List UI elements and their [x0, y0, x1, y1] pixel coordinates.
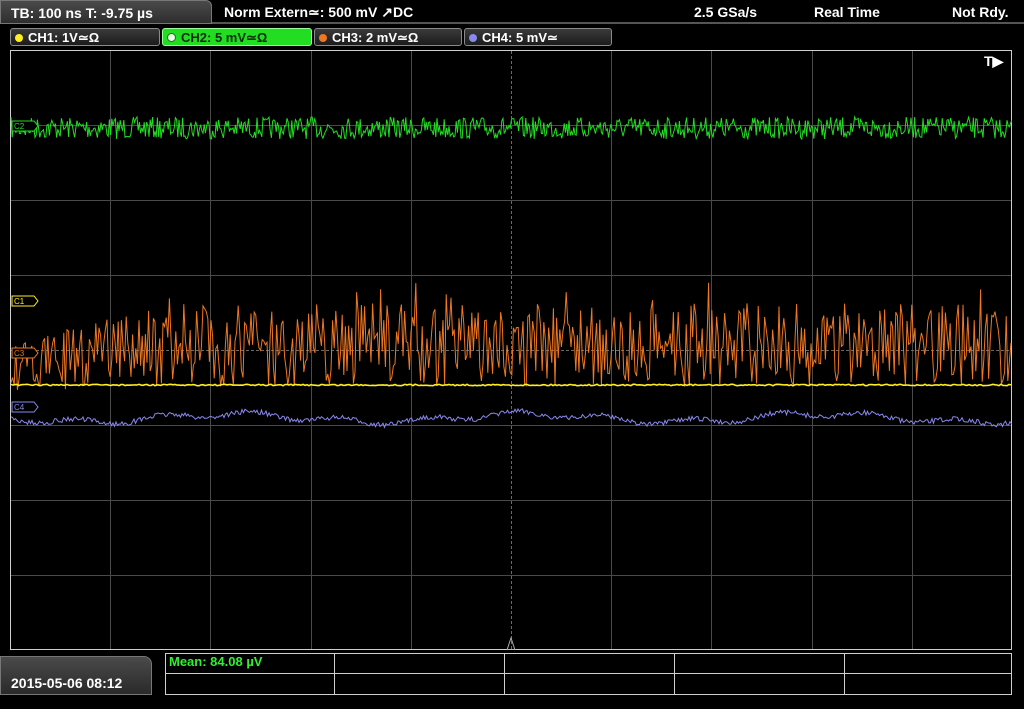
waveform-display[interactable]: C2 C1 C3 C4 T▶ [10, 50, 1012, 650]
channel-1-marker-label: C1 [14, 297, 25, 306]
channel-2-label: CH2: 5 mV≃Ω [181, 30, 268, 45]
channel-3-marker-label: C3 [14, 349, 25, 358]
timebase-readout[interactable]: TB: 100 ns T: -9.75 µs [0, 0, 212, 24]
tab-channel-2[interactable]: CH2: 5 mV≃Ω [162, 28, 312, 46]
channel-2-offset-marker[interactable]: C2 [11, 120, 39, 132]
tab-channel-3[interactable]: CH3: 2 mV≃Ω [314, 28, 462, 46]
channel-3-dot-icon [319, 34, 327, 42]
trigger-readout[interactable]: Norm Extern≃: 500 mV ↗DC [224, 0, 413, 24]
channel-2-dot-icon [167, 33, 176, 42]
channel-4-dot-icon [469, 34, 477, 42]
channel-1-dot-icon [15, 34, 23, 42]
mean-measurement: Mean: 84.08 µV [169, 654, 263, 669]
channel-4-offset-marker[interactable]: C4 [11, 401, 39, 413]
channel-3-offset-marker[interactable]: C3 [11, 347, 39, 359]
acquisition-mode-readout[interactable]: Real Time [814, 0, 880, 24]
channel-4-label: CH4: 5 mV≃ [482, 30, 558, 45]
tab-channel-1[interactable]: CH1: 1V≃Ω [10, 28, 160, 46]
channel-3-label: CH3: 2 mV≃Ω [332, 30, 419, 45]
trigger-position-marker[interactable]: T▶ [984, 53, 1005, 69]
measurement-panel [165, 653, 1012, 695]
status-bar-divider [212, 22, 1024, 24]
channel-2-marker-label: C2 [14, 122, 25, 131]
trigger-status: Not Rdy. [952, 4, 1009, 20]
channel-4-marker-label: C4 [14, 403, 25, 412]
channel-1-offset-marker[interactable]: C1 [11, 295, 39, 307]
sample-rate-readout[interactable]: 2.5 GSa/s [694, 0, 757, 24]
tab-channel-4[interactable]: CH4: 5 mV≃ [464, 28, 612, 46]
date-time-display: 2015-05-06 08:12 [0, 656, 152, 695]
status-bar: TB: 100 ns T: -9.75 µs Norm Extern≃: 500… [0, 0, 1024, 24]
channel-1-label: CH1: 1V≃Ω [28, 30, 100, 45]
